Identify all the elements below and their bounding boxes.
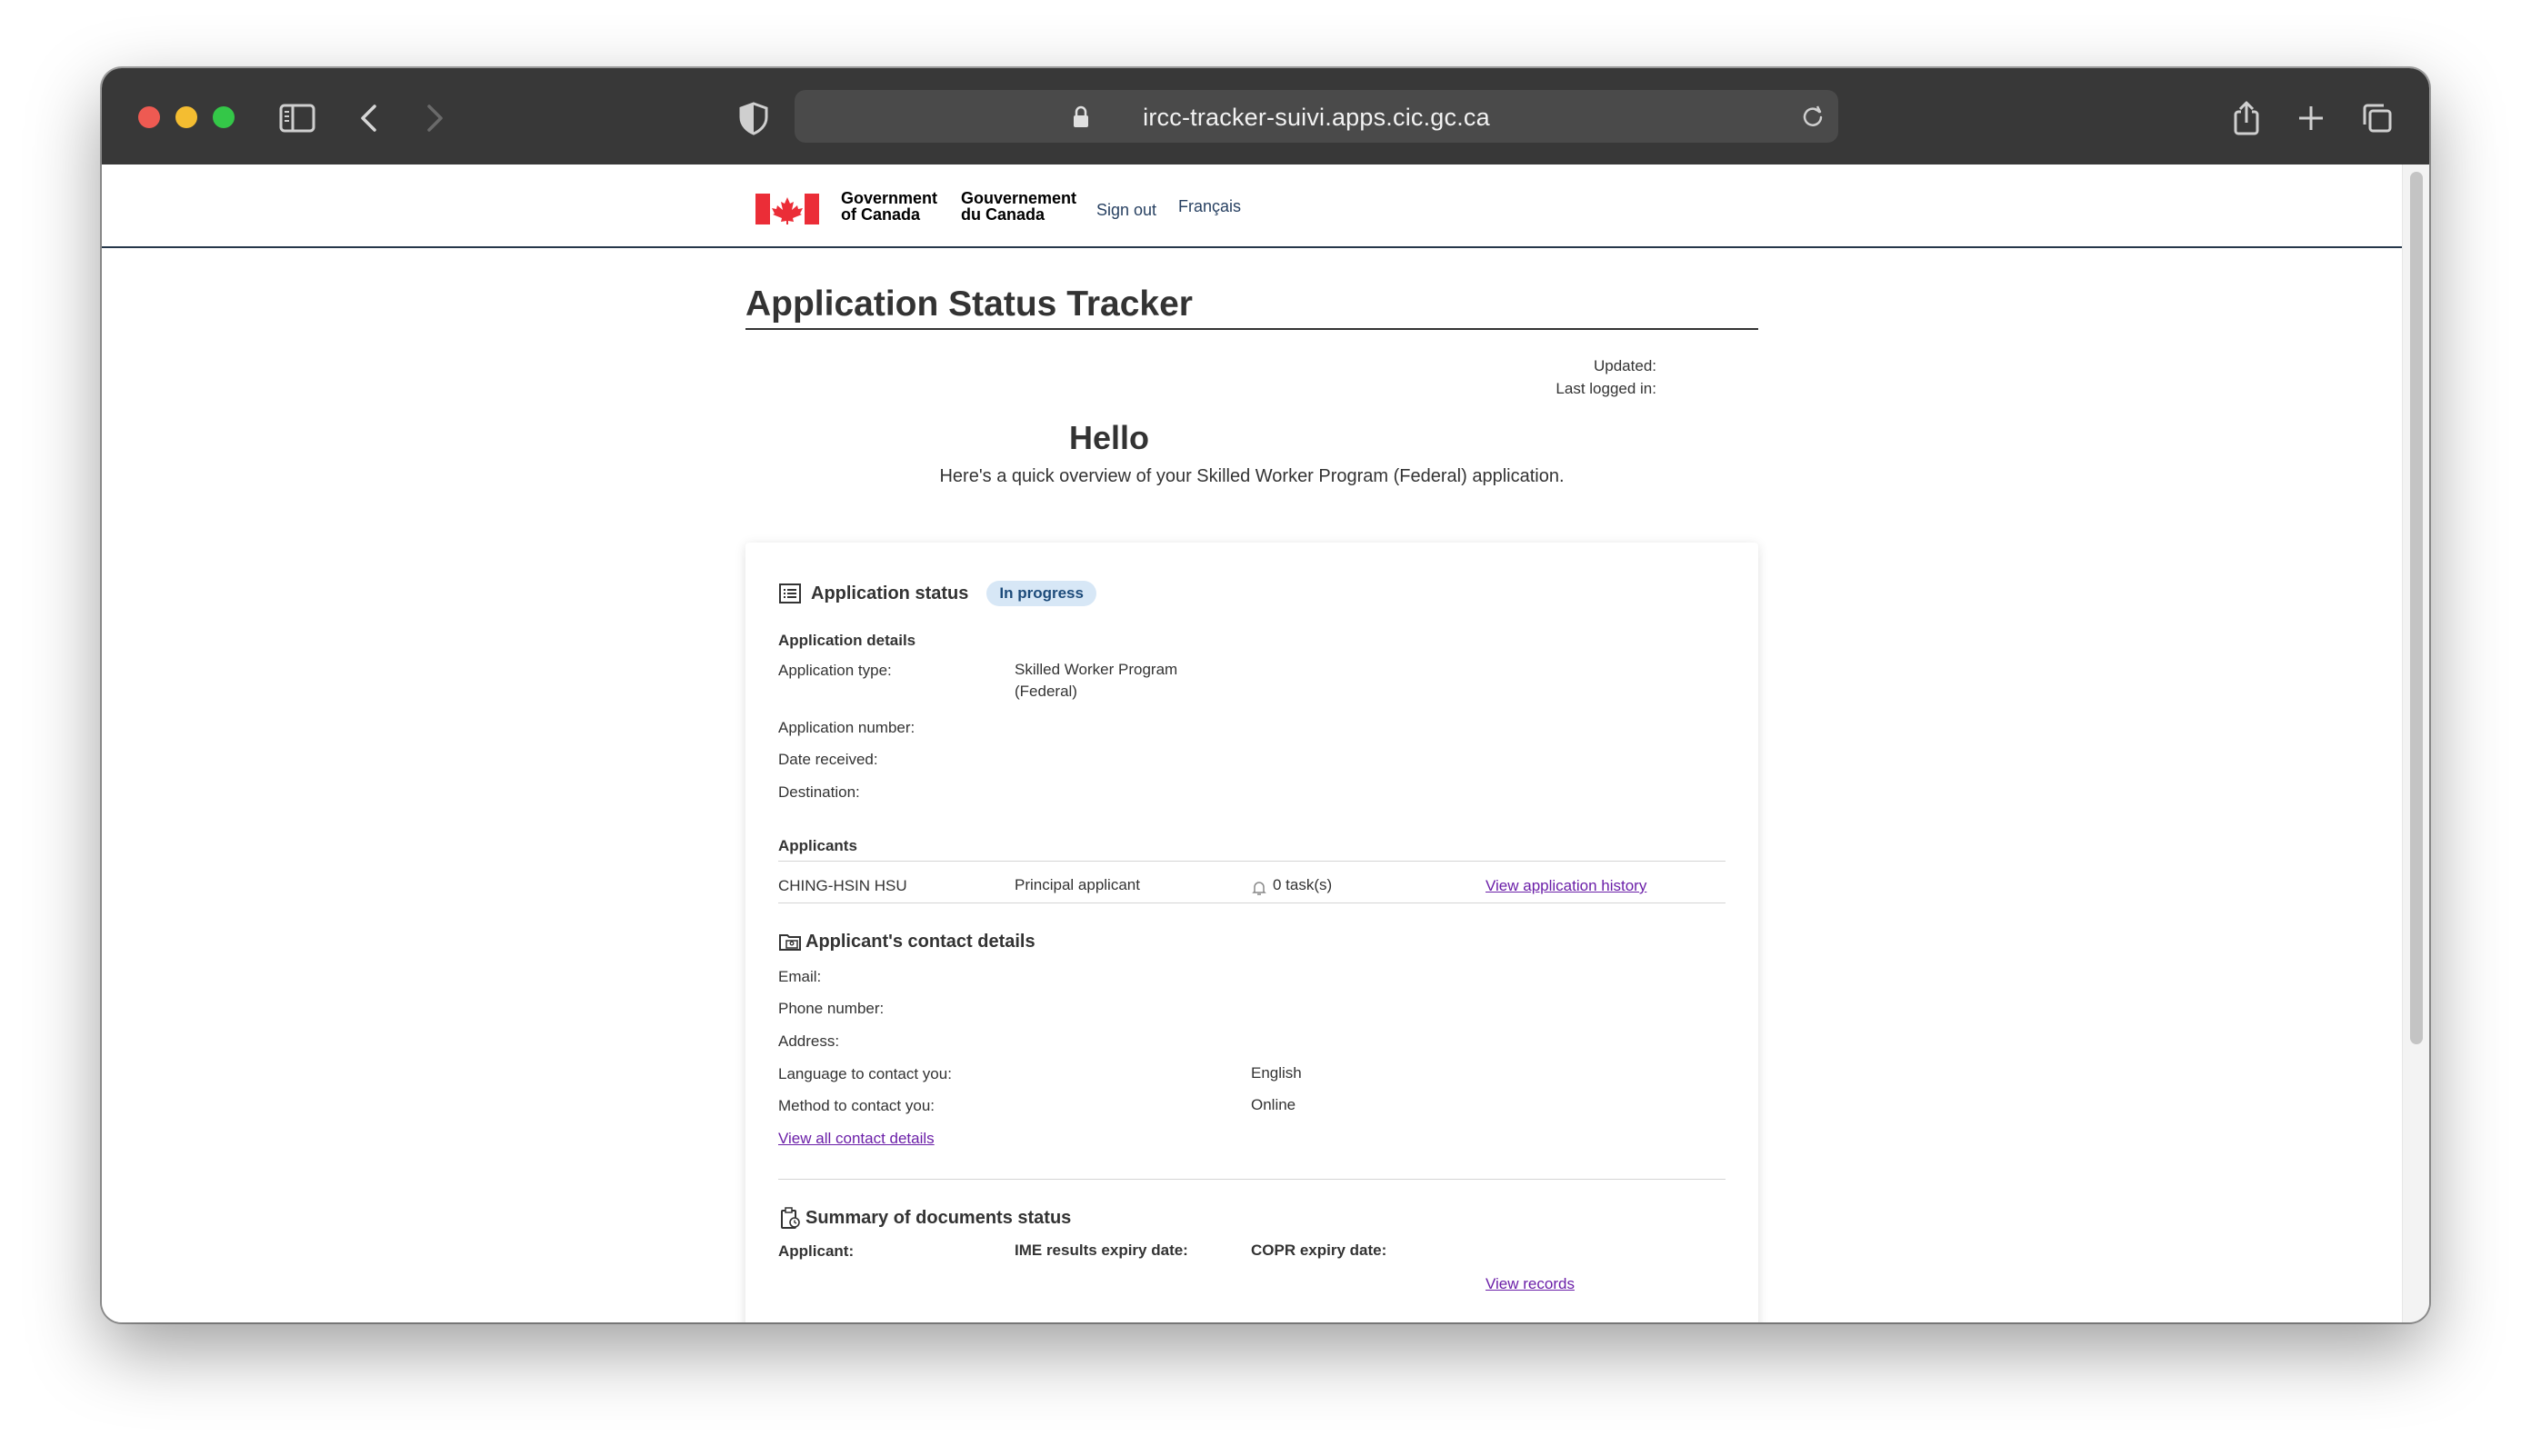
page-scrollbar[interactable] [2402,165,2429,1322]
application-type-line1: Skilled Worker Program [1015,661,1178,678]
contact-details-label: Applicant's contact details [805,931,1035,952]
back-arrow-icon[interactable] [347,95,393,141]
applicant-role: Principal applicant [1015,876,1140,893]
forward-arrow-icon[interactable] [411,95,456,141]
contact-method-label: Method to contact you: [778,1097,935,1114]
page-title: Application Status Tracker [745,284,1193,324]
gov-fr-line2: du Canada [961,205,1045,224]
contact-method-value: Online [1251,1096,1296,1113]
gov-en-line1: Government [841,189,938,207]
clipboard-clock-icon [781,1207,800,1229]
date-received-label: Date received: [778,751,878,768]
overview-text: Here's a quick overview of your Skilled … [939,466,1565,486]
reload-icon[interactable] [1800,104,1826,129]
minimize-window-button[interactable] [175,106,197,128]
view-all-contact-details-link[interactable]: View all contact details [778,1130,935,1148]
web-page: Government of Canada Gouvernement du Can… [102,165,2402,1322]
application-number-label: Application number: [778,719,915,736]
canada-flag-icon [755,194,819,224]
application-details-heading: Application details [778,632,916,649]
scrollbar-thumb[interactable] [2410,172,2423,1044]
contact-folder-icon [779,934,801,951]
application-status-label: Application status [811,583,969,603]
phone-label: Phone number: [778,1000,885,1017]
status-list-icon [779,583,801,603]
copr-expiry-column: COPR expiry date: [1251,1242,1387,1259]
share-icon[interactable] [2224,95,2269,141]
language-toggle-link[interactable]: Français [1178,197,1241,216]
contact-details-heading: Applicant's contact details [778,930,1035,953]
applicant-tasks: 0 task(s) [1273,876,1333,893]
applicant-name: CHING-HSIN HSU [778,877,907,894]
close-window-button[interactable] [138,106,160,128]
privacy-shield-icon[interactable] [731,95,776,141]
contact-divider [778,1179,1726,1180]
gov-en-line2: of Canada [841,205,921,224]
url-text: ircc-tracker-suivi.apps.cic.gc.ca [1143,104,1490,131]
gov-fr-line1: Gouvernement [961,189,1077,207]
documents-applicant-column: Applicant: [778,1242,855,1260]
updated-label: Updated: [1594,357,1656,374]
application-card: Application status In progress Applicati… [745,543,1758,1322]
application-type-label: Application type: [778,662,892,679]
new-tab-plus-icon[interactable] [2288,95,2334,141]
browser-toolbar: ircc-tracker-suivi.apps.cic.gc.ca [102,68,2429,165]
last-logged-label: Last logged in: [1556,380,1656,397]
contact-language-value: English [1251,1064,1302,1082]
address-label: Address: [778,1032,840,1050]
application-type-line2: (Federal) [1015,683,1077,700]
gouvernement-du-canada-wordmark: Gouvernement du Canada [961,190,1076,223]
title-divider [745,328,1758,330]
address-bar[interactable]: ircc-tracker-suivi.apps.cic.gc.ca [795,90,1838,143]
destination-label: Destination: [778,783,860,801]
email-label: Email: [778,968,822,985]
application-type-value: Skilled Worker Program (Federal) [1015,659,1177,703]
gc-header: Government of Canada Gouvernement du Can… [102,165,2402,248]
sidebar-toggle-icon[interactable] [275,95,320,141]
contact-language-label: Language to contact you: [778,1065,952,1082]
applicants-heading: Applicants [778,837,857,854]
ime-expiry-column: IME results expiry date: [1015,1242,1188,1259]
zoom-window-button[interactable] [213,106,235,128]
status-badge: In progress [986,581,1096,606]
tab-overview-icon[interactable] [2355,95,2400,141]
view-records-link[interactable]: View records [1486,1275,1575,1293]
applicants-divider-top [778,861,1726,862]
view-application-history-link[interactable]: View application history [1486,877,1646,895]
bell-icon [1252,882,1266,895]
government-of-canada-wordmark: Government of Canada [841,190,937,223]
greeting-heading: Hello [1068,419,1149,456]
documents-status-heading: Summary of documents status [778,1206,1071,1230]
sign-out-link[interactable]: Sign out [1096,201,1156,220]
browser-window: ircc-tracker-suivi.apps.cic.gc.ca Govern… [102,68,2429,1322]
documents-status-label: Summary of documents status [805,1207,1072,1228]
application-status-heading: Application status In progress [778,581,1096,606]
